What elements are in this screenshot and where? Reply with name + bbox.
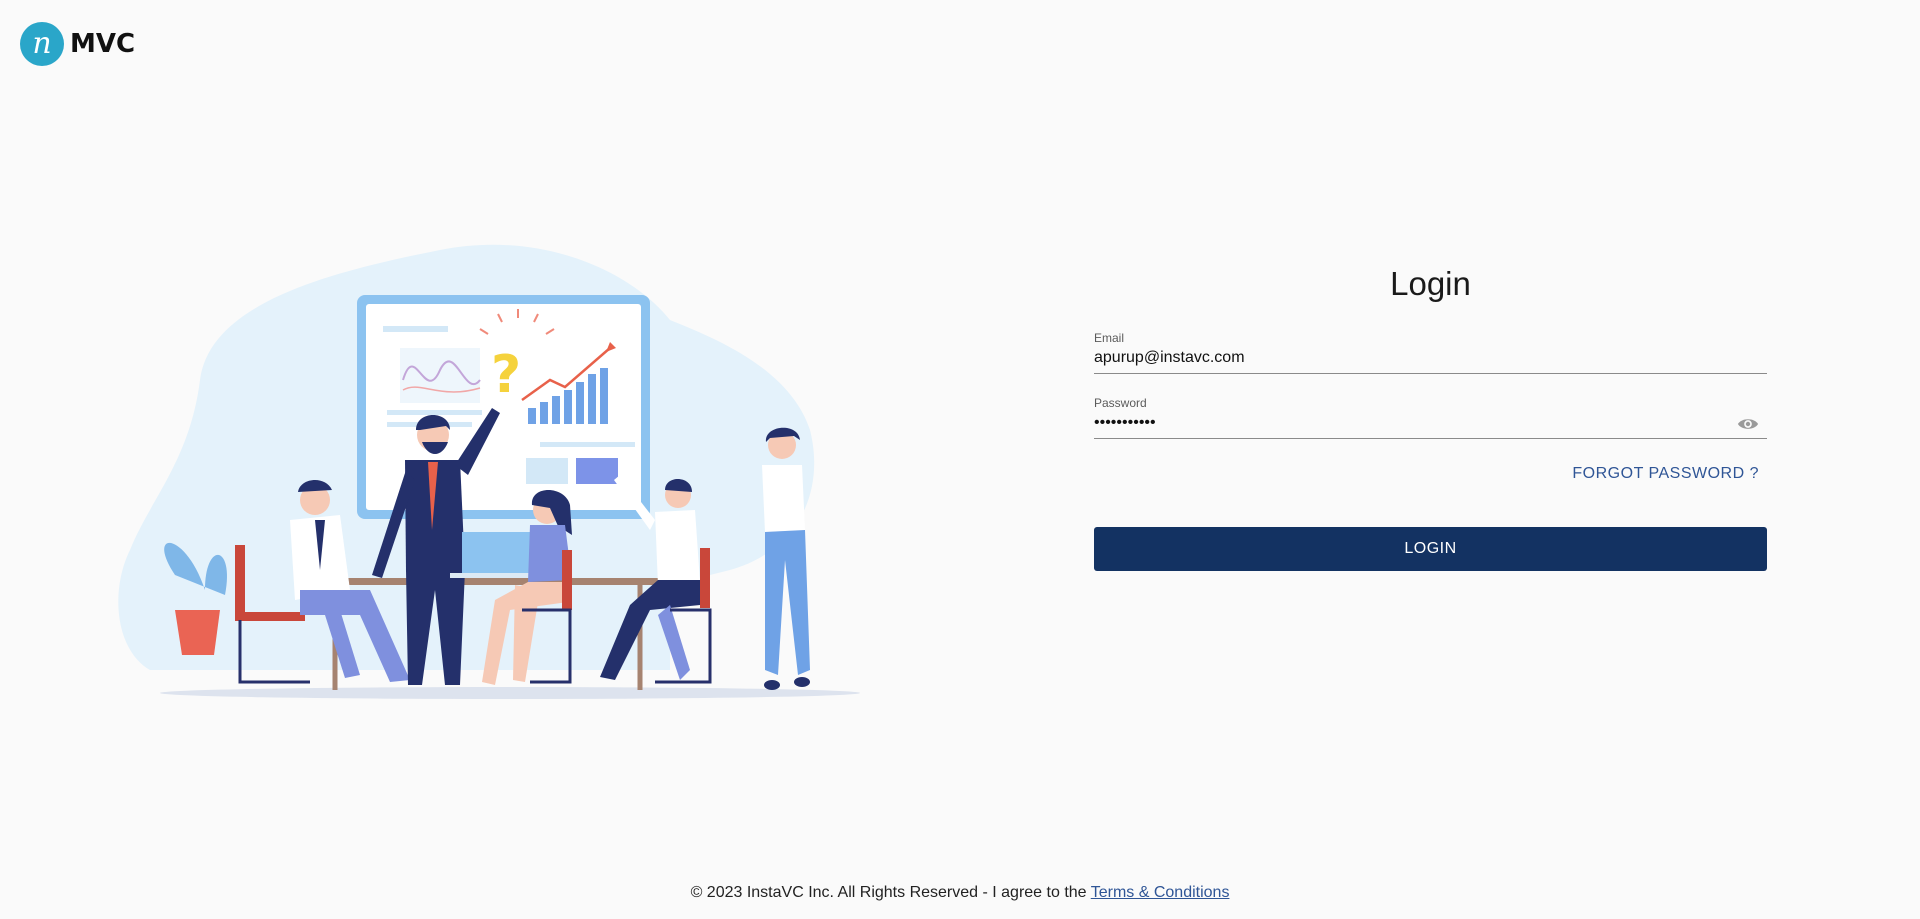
- forgot-row: FORGOT PASSWORD ?: [1094, 465, 1767, 483]
- plant-pot: [175, 610, 220, 655]
- password-field-container: Password: [1094, 396, 1767, 439]
- footer: © 2023 InstaVC Inc. All Rights Reserved …: [0, 884, 1920, 902]
- email-label: Email: [1094, 331, 1125, 345]
- table-top: [320, 578, 660, 585]
- password-label: Password: [1094, 396, 1147, 410]
- board-text-line: [387, 410, 482, 415]
- logo-text: MVC: [70, 29, 136, 59]
- board-card: [526, 458, 568, 484]
- email-field-container: Email: [1094, 331, 1767, 374]
- copyright-text: © 2023 InstaVC Inc. All Rights Reserved …: [690, 884, 1091, 901]
- board-text-line: [383, 326, 448, 332]
- show-password-icon[interactable]: [1737, 416, 1759, 432]
- login-button[interactable]: LOGIN: [1094, 527, 1767, 571]
- brand-logo[interactable]: n MVC: [20, 22, 135, 66]
- forgot-password-link[interactable]: FORGOT PASSWORD ?: [1572, 465, 1759, 482]
- floor-shadow: [160, 687, 860, 699]
- board-mini-chart: [400, 348, 480, 403]
- board-card: [576, 458, 618, 484]
- board-text-line: [540, 442, 635, 447]
- terms-link[interactable]: Terms & Conditions: [1091, 884, 1230, 901]
- login-form: Login Email Password FORGOT PASSWORD ? L…: [1094, 265, 1767, 571]
- team-meeting-illustration: ?: [118, 244, 860, 699]
- email-field[interactable]: [1094, 349, 1714, 367]
- login-title: Login: [1390, 265, 1471, 302]
- password-field[interactable]: [1094, 414, 1714, 432]
- question-mark-icon: ?: [491, 345, 521, 405]
- logo-mark-icon: n: [20, 22, 64, 66]
- login-page: n MVC ? Login Email apurup@instavc.com P…: [0, 0, 1920, 919]
